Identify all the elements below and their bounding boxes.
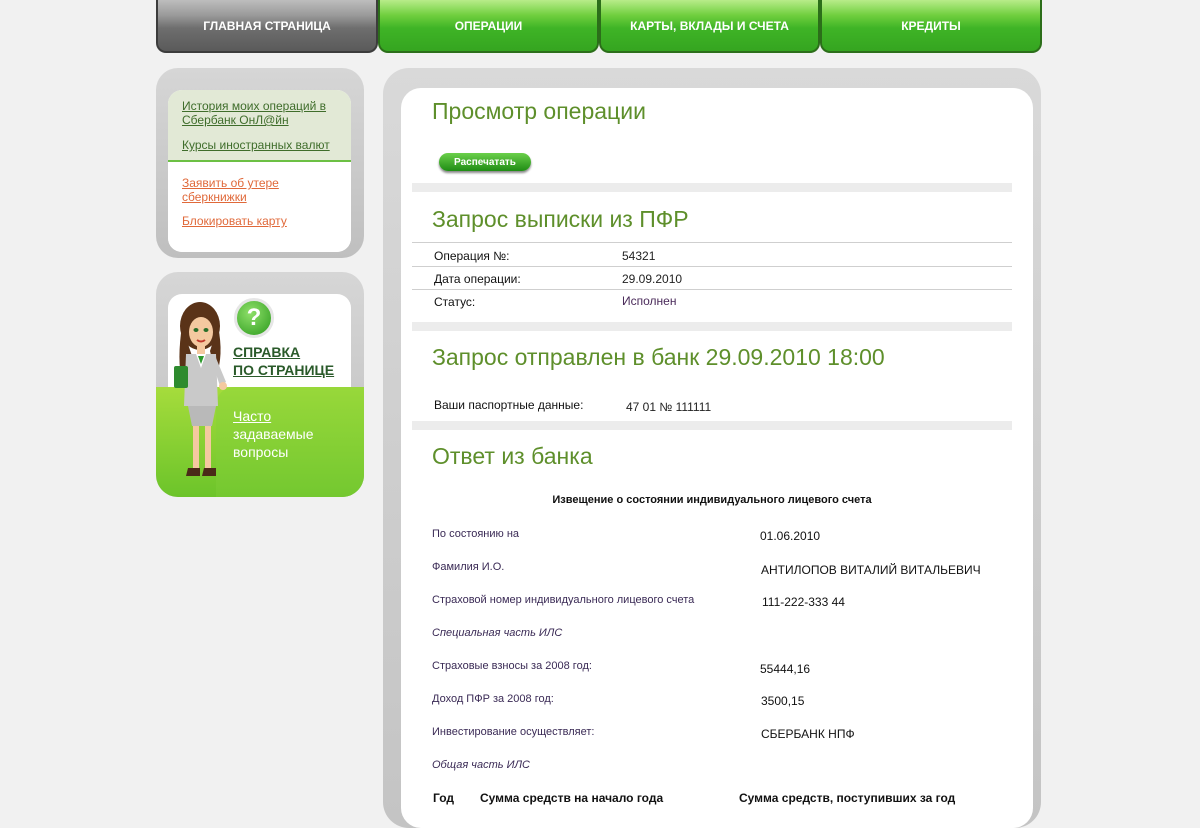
help-panel: ? СПРАВКА ПО СТРАНИЦЕ Часто задаваемые в…: [156, 272, 364, 497]
top-navigation: ГЛАВНАЯ СТРАНИЦА ОПЕРАЦИИ КАРТЫ, ВКЛАДЫ …: [156, 0, 1042, 53]
insurance-contributions-value: 55444,16: [760, 662, 811, 676]
pfr-income-label: Доход ПФР за 2008 год:: [432, 693, 554, 705]
table-header-year: Год: [433, 791, 454, 805]
faq-green-block-top: [216, 387, 364, 497]
common-part-label: Общая часть ИЛС: [432, 759, 530, 771]
insurance-number-label: Страховой номер индивидуального лицевого…: [432, 594, 695, 606]
operations-history-link[interactable]: История моих операций в Сбербанк ОнЛ@йн: [182, 99, 342, 127]
table-header-start-sum: Сумма средств на начало года: [480, 791, 664, 805]
faq-line3[interactable]: вопросы: [233, 444, 288, 460]
tab-operations[interactable]: ОПЕРАЦИИ: [378, 0, 599, 53]
faq-line1[interactable]: Часто: [233, 408, 271, 424]
as-of-label: По состоянию на: [432, 528, 520, 540]
operation-number-value: 54321: [622, 249, 656, 263]
tab-cards-deposits-accounts[interactable]: КАРТЫ, ВКЛАДЫ И СЧЕТА: [599, 0, 820, 53]
investor-value: СБЕРБАНК НПФ: [761, 727, 855, 741]
passport-label: Ваши паспортные данные:: [434, 398, 584, 412]
operation-date-label: Дата операции:: [434, 272, 521, 286]
separator: [412, 322, 1012, 331]
section-pfr-request-title: Запрос выписки из ПФР: [432, 206, 689, 232]
divider: [412, 242, 1012, 243]
divider: [412, 289, 1012, 290]
tab-main-page[interactable]: ГЛАВНАЯ СТРАНИЦА: [156, 0, 378, 53]
section-bank-answer-title: Ответ из банка: [432, 443, 593, 469]
special-part-label: Специальная часть ИЛС: [432, 627, 563, 639]
assistant-girl-illustration: [174, 302, 227, 476]
tab-credits[interactable]: КРЕДИТЫ: [820, 0, 1042, 53]
as-of-value: 01.06.2010: [760, 529, 821, 543]
faq-line2[interactable]: задаваемые: [233, 426, 314, 442]
help-title-line2[interactable]: ПО СТРАНИЦЕ: [233, 362, 334, 378]
status-label: Статус:: [434, 295, 476, 309]
operation-number-label: Операция №:: [434, 249, 510, 263]
help-title-line1[interactable]: СПРАВКА: [233, 344, 300, 360]
table-header-received-sum: Сумма средств, поступивших за год: [739, 791, 956, 805]
sidebar-links-panel: История моих операций в Сбербанк ОнЛ@йн …: [156, 68, 364, 258]
pfr-income-value: 3500,15: [761, 694, 805, 708]
separator: [412, 183, 1012, 192]
section-request-sent-title: Запрос отправлен в банк 29.09.2010 18:00: [432, 344, 885, 370]
block-card-link[interactable]: Блокировать карту: [182, 214, 332, 228]
full-name-value: АНТИЛОПОВ ВИТАЛИЙ ВИТАЛЬЕВИЧ: [761, 563, 981, 577]
operation-date-value: 29.09.2010: [622, 272, 683, 286]
status-value: Исполнен: [622, 294, 677, 308]
report-lost-passbook-link[interactable]: Заявить об утере сберкнижки: [182, 176, 302, 204]
passport-value: 47 01 № 111111: [626, 400, 712, 414]
notice-title: Извещение о состоянии индивидуального ли…: [552, 494, 872, 506]
question-icon[interactable]: ?: [234, 298, 274, 338]
print-button[interactable]: Распечатать: [439, 153, 531, 171]
investor-label: Инвестирование осуществляет:: [432, 726, 595, 738]
full-name-label: Фамилия И.О.: [432, 561, 505, 573]
divider: [412, 266, 1012, 267]
currency-rates-link[interactable]: Курсы иностранных валют: [182, 138, 352, 152]
separator: [412, 421, 1012, 430]
insurance-number-value: 111-222-333 44: [762, 595, 845, 609]
page-title: Просмотр операции: [432, 98, 646, 124]
insurance-contributions-label: Страховые взносы за 2008 год:: [432, 660, 592, 672]
